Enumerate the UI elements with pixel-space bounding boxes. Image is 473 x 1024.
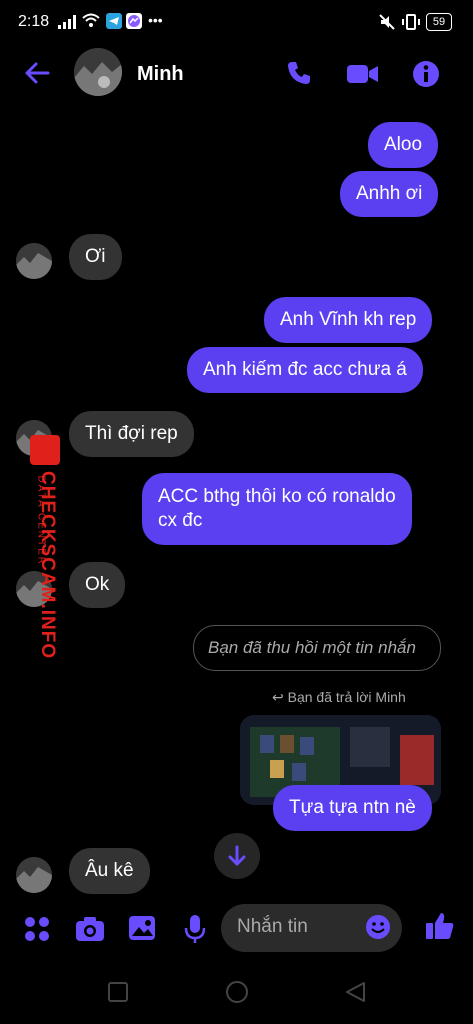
system-nav-bar — [0, 958, 473, 1024]
message-text: Tựa tựa ntn nè — [289, 797, 416, 818]
home-button-icon[interactable] — [225, 980, 249, 1009]
info-icon[interactable] — [412, 60, 440, 93]
recalled-text: Bạn đã thu hồi một tin nhắn — [208, 638, 416, 657]
outgoing-message[interactable]: Anh kiếm đc acc chưa á — [187, 347, 423, 393]
outgoing-message[interactable]: Aloo — [368, 122, 439, 168]
battery-level: 59 — [432, 16, 446, 28]
contact-name[interactable]: Minh — [137, 63, 184, 86]
watermark-sub: DATA CENTER — [35, 475, 47, 567]
outgoing-message[interactable]: Tựa tựa ntn nè — [273, 785, 432, 831]
contact-avatar-small — [16, 243, 52, 279]
incoming-message[interactable]: Ok — [69, 562, 126, 608]
status-bar: 2:18 ••• 59 — [0, 0, 473, 46]
watermark-logo — [30, 435, 60, 465]
incoming-message[interactable]: Ơi — [69, 234, 122, 280]
contact-avatar[interactable] — [74, 48, 122, 96]
microphone-icon[interactable] — [184, 914, 206, 949]
outgoing-message[interactable]: ACC bthg thôi ko có ronaldo cx đc — [142, 473, 412, 545]
outgoing-message[interactable]: Anhh ơi — [340, 171, 439, 217]
message-text: Ơi — [85, 246, 106, 267]
signal-icon — [58, 15, 76, 33]
message-text: Anhh ơi — [356, 183, 423, 204]
gallery-icon[interactable] — [128, 915, 156, 946]
message-input-placeholder: Nhắn tin — [237, 916, 308, 937]
telegram-icon — [106, 13, 122, 29]
message-text: Aloo — [384, 134, 423, 155]
message-text: Ok — [85, 574, 110, 595]
phone-call-icon[interactable] — [286, 60, 312, 91]
recents-button-icon[interactable] — [108, 982, 128, 1007]
incoming-message[interactable]: Thì đợi rep — [69, 411, 194, 457]
message-text-line: cx đc — [158, 510, 203, 531]
status-time: 2:18 — [18, 13, 50, 30]
chat-header: Minh — [0, 46, 473, 102]
reply-arrow-icon: ↩ — [272, 689, 284, 705]
reply-note-text: Bạn đã trả lời Minh — [287, 689, 406, 705]
camera-icon[interactable] — [75, 916, 105, 947]
back-arrow-icon[interactable] — [24, 62, 50, 89]
menu-grid-icon[interactable] — [24, 916, 50, 947]
battery-indicator: 59 — [426, 13, 452, 31]
message-text: Anh kiếm đc acc chưa á — [203, 359, 407, 380]
contact-avatar-small — [16, 857, 52, 893]
messenger-icon — [126, 13, 142, 29]
recalled-message: Bạn đã thu hồi một tin nhắn — [193, 625, 441, 671]
emoji-icon[interactable] — [365, 914, 391, 945]
video-call-icon[interactable] — [347, 63, 379, 90]
back-button-icon[interactable] — [344, 981, 366, 1008]
message-text: Thì đợi rep — [85, 423, 178, 444]
vibrate-icon — [402, 13, 420, 35]
message-text: Anh Vĩnh kh rep — [280, 309, 417, 330]
incoming-message[interactable]: Âu kê — [69, 848, 150, 894]
outgoing-message[interactable]: Anh Vĩnh kh rep — [264, 297, 433, 343]
message-text-line: ACC bthg thôi ko có ronaldo — [158, 486, 396, 507]
wifi-icon — [82, 13, 100, 33]
message-text: Âu kê — [85, 860, 134, 881]
reply-indicator: ↩ Bạn đã trả lời Minh — [272, 689, 406, 706]
mute-icon — [378, 13, 396, 35]
scroll-down-button[interactable] — [214, 833, 260, 879]
like-thumb-icon[interactable] — [425, 911, 455, 946]
more-dots-icon: ••• — [148, 12, 163, 28]
